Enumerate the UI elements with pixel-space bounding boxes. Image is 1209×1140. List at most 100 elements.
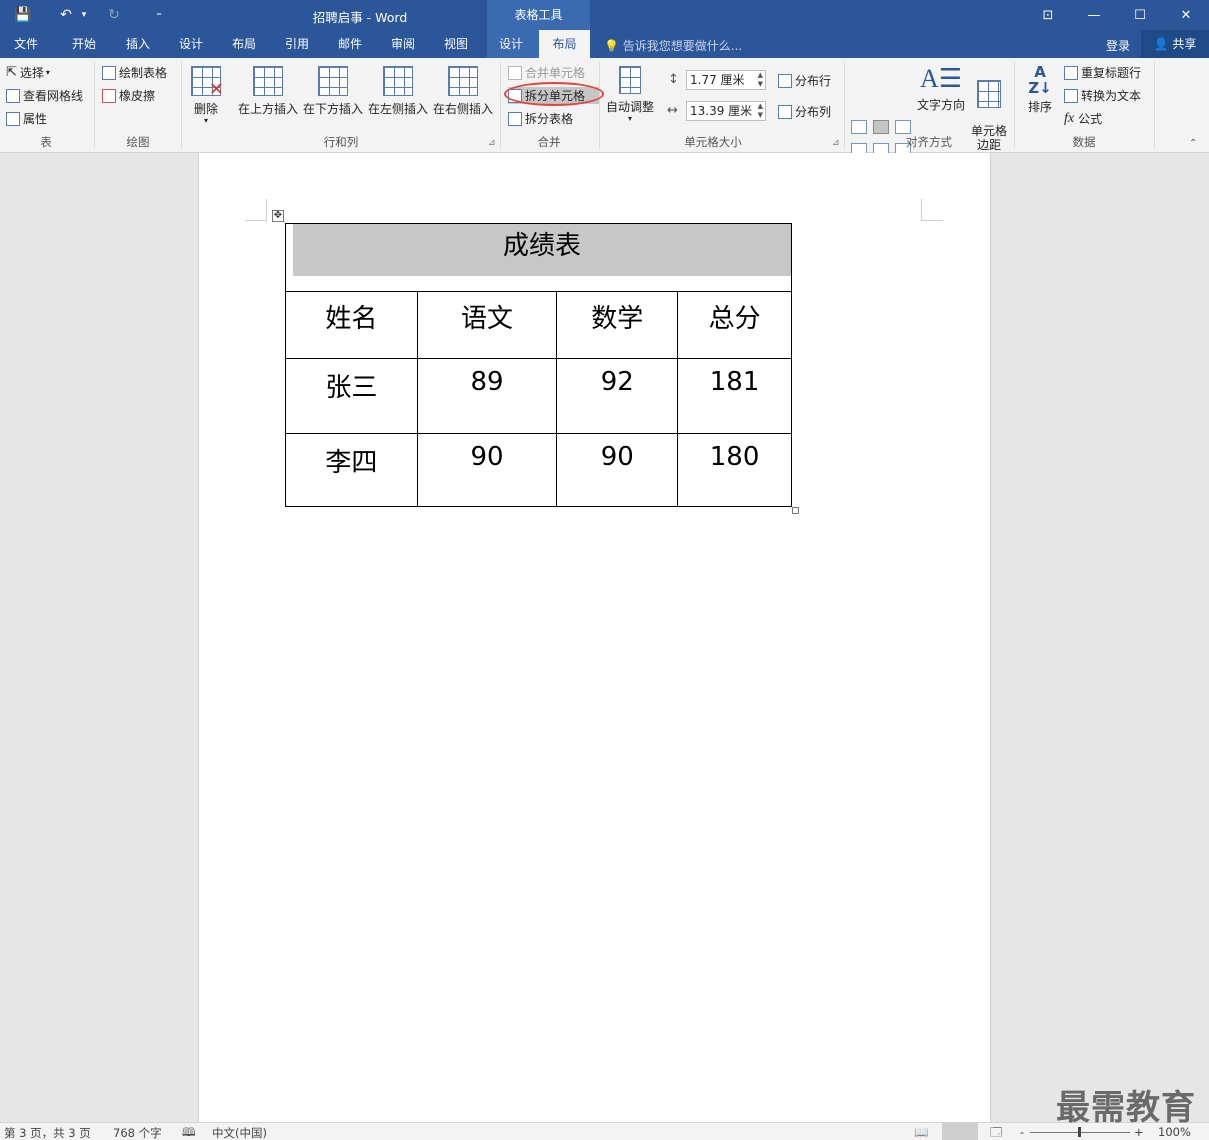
sort-button[interactable]: A Z↓ 排序 bbox=[1020, 64, 1060, 115]
web-layout-icon[interactable]: 🗔 bbox=[990, 1125, 1002, 1140]
group-separator bbox=[94, 62, 95, 148]
maximize-icon[interactable]: ☐ bbox=[1117, 0, 1163, 30]
distribute-columns-button[interactable]: 分布列 bbox=[778, 103, 831, 120]
view-gridlines-button[interactable]: 查看网格线 bbox=[6, 87, 83, 104]
split-table-button[interactable]: 拆分表格 bbox=[508, 110, 573, 127]
tell-me-search[interactable]: 💡 告诉我您想要做什么... bbox=[604, 37, 742, 54]
distribute-rows-label: 分布行 bbox=[795, 74, 832, 88]
repeat-header-label: 重复标题行 bbox=[1081, 66, 1142, 80]
header-cell[interactable]: 总分 bbox=[677, 291, 792, 359]
spin-arrows-icon[interactable]: ▲ ▼ bbox=[758, 71, 763, 89]
header-cell[interactable]: 数学 bbox=[556, 291, 679, 359]
eraser-button[interactable]: 橡皮擦 bbox=[102, 87, 155, 104]
read-mode-icon[interactable]: 📖 bbox=[914, 1125, 928, 1139]
gridlines-icon bbox=[6, 88, 20, 103]
score-table[interactable]: 成绩表 姓名 语文 数学 总分 张三 89 92 181 李四 90 90 18… bbox=[285, 223, 792, 507]
select-button[interactable]: ⇱ 选择 ▾ bbox=[6, 64, 50, 81]
tab-view[interactable]: 视图 bbox=[430, 30, 482, 58]
properties-button[interactable]: 属性 bbox=[6, 110, 47, 127]
insert-below-button[interactable]: 在下方插入 bbox=[301, 66, 365, 117]
column-width-input[interactable]: 13.39 厘米 ▲ ▼ bbox=[686, 101, 766, 121]
table-title: 成绩表 bbox=[293, 224, 791, 276]
proofing-icon[interactable]: 🕮 bbox=[182, 1125, 196, 1140]
header-cell[interactable]: 姓名 bbox=[285, 291, 418, 359]
table-resize-handle[interactable] bbox=[792, 507, 799, 514]
person-icon: 👤 bbox=[1153, 37, 1169, 51]
language-indicator[interactable]: 中文(中国) bbox=[212, 1125, 267, 1140]
convert-to-text-label: 转换为文本 bbox=[1081, 89, 1142, 103]
table-cell[interactable]: 180 bbox=[677, 433, 792, 507]
tab-design[interactable]: 设计 bbox=[165, 30, 217, 58]
tab-references[interactable]: 引用 bbox=[271, 30, 323, 58]
align-top-center-icon[interactable] bbox=[873, 120, 889, 134]
undo-dropdown-icon[interactable]: ▾ bbox=[78, 4, 90, 26]
tab-review[interactable]: 审阅 bbox=[377, 30, 429, 58]
share-button[interactable]: 👤 共享 bbox=[1141, 30, 1209, 58]
header-cell[interactable]: 语文 bbox=[416, 291, 558, 359]
ribbon-panel: ⇱ 选择 ▾ 查看网格线 属性 表 绘制表格 橡皮擦 绘图 ✕ 删除 ▾ 在上方… bbox=[0, 58, 1209, 180]
page-count[interactable]: 第 3 页，共 3 页 bbox=[4, 1125, 91, 1140]
draw-table-button[interactable]: 绘制表格 bbox=[102, 64, 167, 81]
insert-below-label: 在下方插入 bbox=[302, 102, 363, 116]
tab-insert[interactable]: 插入 bbox=[112, 30, 164, 58]
crop-mark-top-left bbox=[245, 199, 267, 221]
column-width-icon: ↔ bbox=[667, 103, 678, 118]
autofit-button[interactable]: 自动调整 ▾ bbox=[603, 66, 657, 123]
table-row: 李四 90 90 180 bbox=[285, 433, 792, 507]
text-direction-button[interactable]: A☰ 文字方向 bbox=[915, 62, 967, 113]
properties-icon bbox=[6, 111, 20, 126]
tab-table-layout[interactable]: 布局 bbox=[539, 30, 590, 58]
spin-arrows-icon[interactable]: ▲ ▼ bbox=[758, 102, 763, 120]
distribute-rows-button[interactable]: 分布行 bbox=[778, 72, 831, 89]
insert-above-button[interactable]: 在上方插入 bbox=[236, 66, 300, 117]
group-label-table: 表 bbox=[40, 135, 52, 149]
merge-cells-button[interactable]: 合并单元格 bbox=[508, 64, 585, 81]
table-cell[interactable]: 92 bbox=[556, 358, 679, 434]
row-height-input[interactable]: 1.77 厘米 ▲ ▼ bbox=[686, 70, 766, 90]
convert-to-text-button[interactable]: 转换为文本 bbox=[1064, 87, 1141, 104]
customize-quick-access-icon[interactable]: ⁼ bbox=[150, 4, 168, 26]
tab-home[interactable]: 开始 bbox=[58, 30, 110, 58]
table-cell[interactable]: 张三 bbox=[285, 358, 418, 434]
minimize-icon[interactable]: — bbox=[1071, 0, 1117, 30]
align-top-right-icon[interactable] bbox=[895, 120, 911, 134]
table-cell[interactable]: 89 bbox=[416, 358, 558, 434]
table-title-cell[interactable]: 成绩表 bbox=[285, 223, 792, 292]
print-layout-icon[interactable] bbox=[942, 1123, 978, 1140]
sign-in-link[interactable]: 登录 bbox=[1106, 37, 1130, 54]
ribbon-tabs: 文件 开始 插入 设计 布局 引用 邮件 审阅 视图 设计 布局 💡 告诉我您想… bbox=[0, 30, 1209, 58]
tab-file[interactable]: 文件 bbox=[0, 30, 52, 58]
merge-cells-icon bbox=[508, 65, 522, 80]
group-label-cell-size: 单元格大小 bbox=[684, 135, 742, 149]
repeat-header-rows-button[interactable]: 重复标题行 bbox=[1064, 64, 1141, 81]
word-count[interactable]: 768 个字 bbox=[113, 1125, 162, 1140]
cell-margins-button[interactable]: 单元格 边距 bbox=[968, 66, 1010, 166]
tab-mailings[interactable]: 邮件 bbox=[324, 30, 376, 58]
insert-right-icon bbox=[448, 66, 478, 96]
collapse-ribbon-icon[interactable]: ⌃ bbox=[1189, 138, 1197, 149]
insert-left-button[interactable]: 在左侧插入 bbox=[366, 66, 430, 117]
tab-layout[interactable]: 布局 bbox=[218, 30, 270, 58]
title-bar: 💾 ↶ ▾ ↻ ⁼ 招聘启事 - Word 表格工具 ⊡ — ☐ ✕ bbox=[0, 0, 1209, 30]
table-move-handle-icon[interactable]: ✥ bbox=[272, 210, 284, 222]
table-cell[interactable]: 181 bbox=[677, 358, 792, 434]
insert-right-button[interactable]: 在右侧插入 bbox=[431, 66, 495, 117]
zoom-out-button[interactable]: - bbox=[1020, 1125, 1024, 1139]
group-separator bbox=[1014, 62, 1015, 148]
delete-button[interactable]: ✕ 删除 ▾ bbox=[186, 66, 226, 125]
insert-left-label: 在左侧插入 bbox=[367, 102, 428, 116]
undo-icon[interactable]: ↶ bbox=[56, 4, 76, 26]
cell-size-launcher-icon[interactable]: ⊿ bbox=[832, 138, 840, 148]
redo-icon[interactable]: ↻ bbox=[104, 4, 124, 26]
align-top-left-icon[interactable] bbox=[851, 120, 867, 134]
formula-button[interactable]: fx 公式 bbox=[1064, 110, 1102, 127]
table-cell[interactable]: 90 bbox=[556, 433, 679, 507]
ribbon-display-options-icon[interactable]: ⊡ bbox=[1025, 0, 1071, 30]
tab-table-design[interactable]: 设计 bbox=[487, 30, 535, 58]
close-icon[interactable]: ✕ bbox=[1163, 0, 1209, 30]
table-cell[interactable]: 李四 bbox=[285, 433, 418, 507]
save-icon[interactable]: 💾 bbox=[12, 4, 34, 26]
delete-dropdown-icon: ▾ bbox=[203, 116, 208, 125]
table-cell[interactable]: 90 bbox=[416, 433, 558, 507]
rows-columns-launcher-icon[interactable]: ⊿ bbox=[488, 138, 496, 148]
